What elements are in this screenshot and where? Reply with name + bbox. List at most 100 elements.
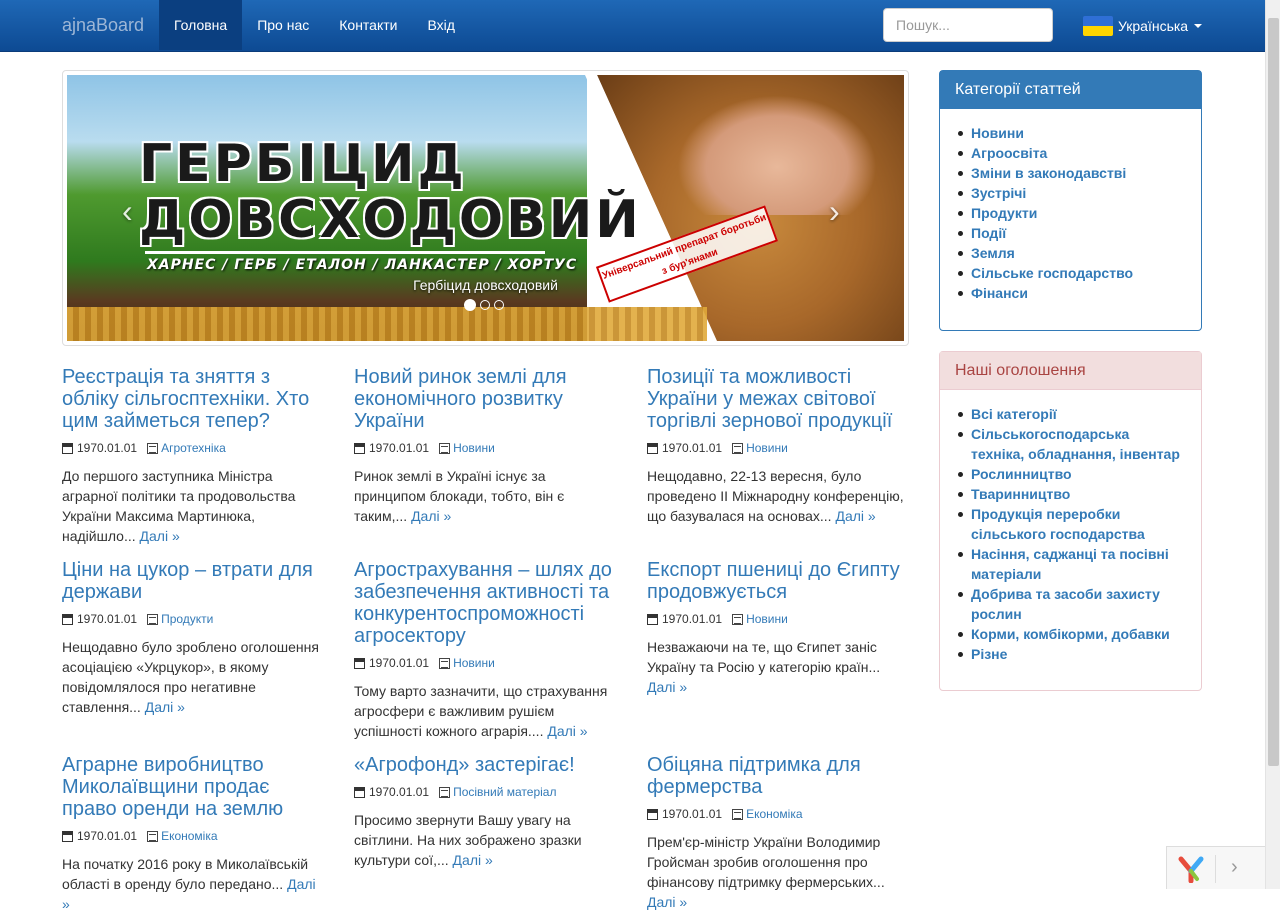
ad-category-link[interactable]: Рослинництво	[971, 466, 1072, 482]
scrollbar-thumb[interactable]	[1268, 18, 1279, 766]
article-date: 1970.01.01	[369, 785, 430, 799]
categories-panel-title: Категорії статтей	[940, 71, 1201, 109]
hands-with-grain-image	[677, 95, 877, 215]
ad-category-link[interactable]: Різне	[971, 646, 1007, 662]
vertical-scrollbar[interactable]	[1265, 0, 1280, 889]
carousel-indicator-3[interactable]	[494, 300, 504, 310]
article-title-link[interactable]: Обіцяна підтримка для фермерства	[647, 754, 861, 798]
article-category-link[interactable]: Посівний матеріал	[453, 785, 556, 799]
article-title-link[interactable]: Позиції та можливості України у межах св…	[647, 366, 892, 432]
nav-home[interactable]: Головна	[159, 0, 243, 50]
category-link[interactable]: Зміни в законодавстві	[971, 165, 1126, 181]
read-more-link[interactable]: Далі »	[647, 894, 687, 910]
chevron-right-icon[interactable]: ›	[1231, 856, 1238, 879]
calendar-icon	[647, 613, 658, 625]
ad-category-link[interactable]: Тваринництво	[971, 486, 1070, 502]
article-category-link[interactable]: Продукти	[161, 612, 213, 626]
article-card: Реєстрація та зняття з обліку сільгоспте…	[62, 366, 324, 546]
carousel-indicator-1[interactable]	[464, 299, 476, 311]
article-title-link[interactable]: Реєстрація та зняття з обліку сільгоспте…	[62, 366, 309, 432]
ad-category-link[interactable]: Корми, комбікорми, добавки	[971, 626, 1170, 642]
categories-panel: Категорії статтей Новини Агроосвіта Змін…	[939, 70, 1202, 331]
ad-title-line2: ДОВСХОДОВИЙ	[139, 190, 642, 250]
ad-category-link[interactable]: Всі категорії	[971, 406, 1057, 422]
category-list-icon	[147, 830, 159, 842]
caret-down-icon	[1194, 24, 1203, 28]
category-list-icon	[732, 613, 744, 625]
read-more-link[interactable]: Далі »	[835, 508, 875, 524]
article-category-link[interactable]: Економіка	[746, 807, 802, 821]
carousel-indicator-2[interactable]	[480, 300, 490, 310]
carousel-next-chevron-icon[interactable]: ›	[829, 193, 840, 230]
wheat-border	[67, 307, 707, 341]
nav-login[interactable]: Вхід	[412, 0, 469, 50]
category-link[interactable]: Фінанси	[971, 285, 1028, 301]
category-list-icon	[439, 657, 451, 669]
article-title-link[interactable]: Експорт пшениці до Єгипту продовжується	[647, 559, 900, 603]
main-nav: Головна Про нас Контакти Вхід	[159, 0, 470, 50]
category-link[interactable]: Земля	[971, 245, 1015, 261]
article-excerpt: На початку 2016 року в Миколаївській обл…	[62, 856, 309, 892]
ad-category-link[interactable]: Продукція переробки сільського господарс…	[971, 506, 1145, 542]
carousel-caption: Гербіцид довсходовий	[413, 277, 558, 293]
calendar-icon	[62, 613, 73, 625]
article-excerpt: Незважаючи на те, що Єгипет заніс Україн…	[647, 639, 881, 675]
calendar-icon	[647, 442, 658, 454]
category-link[interactable]: Продукти	[971, 205, 1037, 221]
read-more-link[interactable]: Далі »	[453, 852, 493, 868]
carousel-slide[interactable]: ГЕРБІЦИД ДОВСХОДОВИЙ ХАРНЕС / ГЕРБ / ЕТА…	[67, 75, 904, 341]
nav-about[interactable]: Про нас	[242, 0, 324, 50]
ads-list: Всі категорії Сільськогосподарська техні…	[955, 404, 1186, 664]
read-more-link[interactable]: Далі »	[547, 723, 587, 739]
article-card: Позиції та можливості України у межах св…	[647, 366, 909, 526]
article-date: 1970.01.01	[662, 807, 723, 821]
category-list-icon	[439, 442, 451, 454]
read-more-link[interactable]: Далі »	[647, 679, 687, 695]
article-title-link[interactable]: Новий ринок землі для економічного розви…	[354, 366, 567, 432]
category-link[interactable]: Зустрічі	[971, 185, 1026, 201]
article-category-link[interactable]: Новини	[453, 441, 495, 455]
calendar-icon	[354, 442, 365, 454]
category-link[interactable]: Агроосвіта	[971, 145, 1047, 161]
ukraine-flag-icon	[1083, 16, 1113, 36]
ad-category-link[interactable]: Насіння, саджанці та посівні матеріали	[971, 546, 1169, 582]
carousel-prev-chevron-icon[interactable]: ‹	[122, 193, 133, 230]
article-category-link[interactable]: Новини	[453, 656, 495, 670]
article-card: Обіцяна підтримка для фермерства 1970.01…	[647, 754, 909, 912]
category-list-icon	[147, 613, 159, 625]
article-category-link[interactable]: Агротехніка	[161, 441, 226, 455]
ad-category-link[interactable]: Добрива та засоби захисту рослин	[971, 586, 1160, 622]
article-card: «Агрофонд» застерігає! 1970.01.01 Посівни…	[354, 754, 616, 870]
article-title-link[interactable]: Агрострахування – шлях до забезпечення а…	[354, 559, 612, 647]
article-title-link[interactable]: Аграрне виробництво Миколаївщини продає …	[62, 754, 283, 820]
article-date: 1970.01.01	[369, 441, 430, 455]
calendar-icon	[354, 786, 365, 798]
category-link[interactable]: Події	[971, 225, 1006, 241]
article-date: 1970.01.01	[662, 612, 723, 626]
article-title-link[interactable]: Ціни на цукор – втрати для держави	[62, 559, 313, 603]
ads-panel-title: Наші оголошення	[940, 352, 1201, 390]
search-input[interactable]	[883, 8, 1053, 42]
article-title-link[interactable]: «Агрофонд» застерігає!	[354, 754, 575, 776]
category-list-icon	[147, 442, 159, 454]
article-category-link[interactable]: Новини	[746, 441, 788, 455]
read-more-link[interactable]: Далі »	[140, 528, 180, 544]
read-more-link[interactable]: Далі »	[145, 699, 185, 715]
ad-rule	[145, 251, 545, 254]
nav-contacts[interactable]: Контакти	[324, 0, 412, 50]
debug-toolbar-toggle[interactable]: ›	[1166, 846, 1265, 889]
category-link[interactable]: Сільське господарство	[971, 265, 1133, 281]
ad-category-link[interactable]: Сільськогосподарська техніка, обладнання…	[971, 426, 1180, 462]
read-more-link[interactable]: Далі »	[411, 508, 451, 524]
navbar: ajnaBoard Головна Про нас Контакти Вхід …	[0, 0, 1265, 52]
article-category-link[interactable]: Економіка	[161, 829, 217, 843]
language-dropdown[interactable]: Українська	[1083, 16, 1203, 36]
category-list-icon	[732, 442, 744, 454]
article-card: Новий ринок землі для економічного розви…	[354, 366, 616, 526]
article-date: 1970.01.01	[77, 441, 138, 455]
brand-link[interactable]: ajnaBoard	[62, 15, 144, 36]
category-link[interactable]: Новини	[971, 125, 1024, 141]
article-category-link[interactable]: Новини	[746, 612, 788, 626]
carousel-indicators	[464, 299, 504, 311]
article-excerpt: Ринок землі в Україні існує за принципом…	[354, 468, 565, 524]
